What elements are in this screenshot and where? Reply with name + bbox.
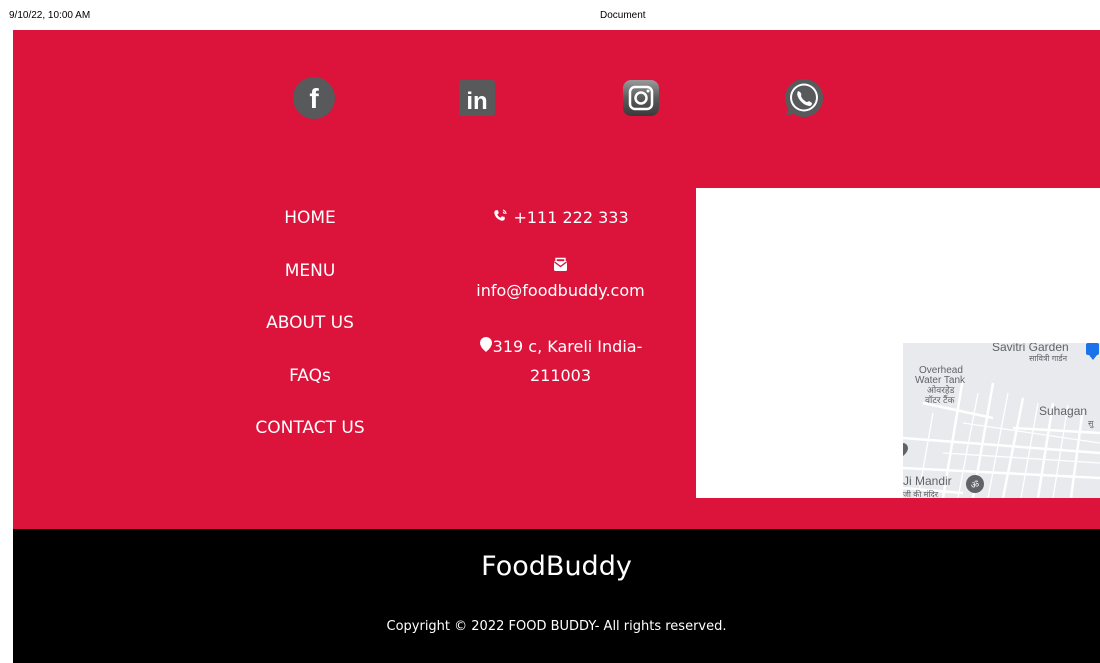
nav-home-link[interactable]: HOME bbox=[210, 208, 410, 228]
contact-phone-text: +111 222 333 bbox=[513, 208, 629, 227]
instagram-link[interactable] bbox=[620, 77, 662, 119]
nav-contact-link[interactable]: CONTACT US bbox=[210, 418, 410, 438]
whatsapp-link[interactable] bbox=[783, 77, 825, 119]
instagram-icon bbox=[623, 80, 659, 116]
map-label-ji-mandir-hi: जी की मंदिर bbox=[903, 490, 939, 498]
contact-email: info@foodbuddy.com bbox=[453, 256, 668, 305]
nav-about-link[interactable]: ABOUT US bbox=[210, 313, 410, 333]
map-pin-icon bbox=[479, 334, 493, 362]
print-header: 9/10/22, 10:00 AM Document bbox=[0, 0, 1100, 30]
phone-icon bbox=[492, 205, 508, 233]
mail-icon bbox=[553, 257, 568, 277]
map-embed[interactable]: ॐ Savitri Garden सावित्री गार्डन Overhea… bbox=[696, 188, 1100, 498]
whatsapp-icon bbox=[785, 78, 824, 117]
print-document-title: Document bbox=[600, 10, 646, 21]
svg-text:ॐ: ॐ bbox=[971, 480, 979, 491]
nav-faqs-link[interactable]: FAQs bbox=[210, 366, 410, 386]
facebook-link[interactable]: f bbox=[293, 77, 335, 119]
map-label-savitri-garden: Savitri Garden bbox=[992, 343, 1069, 354]
contact-email-link[interactable]: info@foodbuddy.com bbox=[453, 277, 668, 305]
svg-text:f: f bbox=[309, 83, 319, 114]
footer-copyright: Copyright © 2022 FOOD BUDDY- All rights … bbox=[386, 619, 727, 634]
map-label-suhagan: Suhagan bbox=[1039, 404, 1088, 418]
map-label-savitri-garden-hi: सावित्री गार्डन bbox=[1029, 354, 1068, 363]
print-datetime: 9/10/22, 10:00 AM bbox=[9, 10, 91, 21]
nav-menu-link[interactable]: MENU bbox=[210, 261, 410, 281]
contact-address-text: 319 c, Kareli India-211003 bbox=[492, 337, 643, 385]
map-label-suhagan-hi: सु bbox=[1088, 419, 1094, 428]
map-label-ji-mandir: Ji Mandir bbox=[903, 474, 952, 488]
svg-text:in: in bbox=[466, 88, 487, 115]
linkedin-link[interactable]: in bbox=[456, 77, 498, 119]
footer-brand: FoodBuddy bbox=[481, 551, 632, 582]
facebook-icon: f bbox=[293, 77, 335, 119]
linkedin-icon: in bbox=[459, 80, 495, 116]
footer-bottom-bar: FoodBuddy Copyright © 2022 FOOD BUDDY- A… bbox=[13, 529, 1100, 663]
contact-phone: +111 222 333 bbox=[453, 204, 668, 233]
contact-address: 319 c, Kareli India-211003 bbox=[453, 333, 668, 390]
map-label-water-tank-hi: वॉटर टैंक bbox=[925, 395, 955, 405]
map-tile[interactable]: ॐ Savitri Garden सावित्री गार्डन Overhea… bbox=[903, 343, 1100, 498]
footer-main: f in HOME MENU ABOUT US FAQs CONTACT US … bbox=[13, 30, 1100, 529]
